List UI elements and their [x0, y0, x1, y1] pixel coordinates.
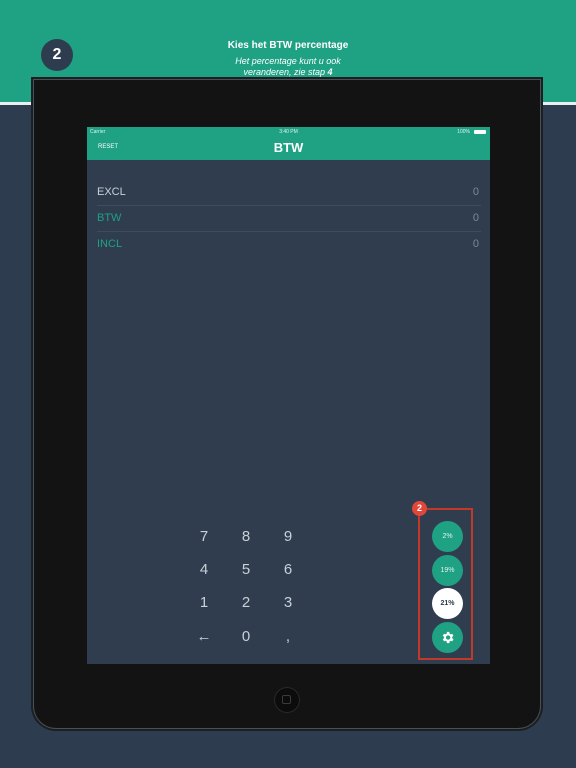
percent-21-button[interactable]: 21%: [432, 588, 463, 619]
key-7[interactable]: 7: [189, 525, 219, 549]
banner-step-reference: 4: [327, 67, 333, 77]
battery-icon: [474, 130, 486, 134]
decimal-comma-key[interactable]: ,: [273, 625, 303, 649]
row-value: 0: [472, 238, 479, 250]
key-5[interactable]: 5: [231, 558, 261, 582]
key-3[interactable]: 3: [273, 591, 303, 615]
status-battery-text: 100%: [457, 129, 470, 135]
key-9[interactable]: 9: [273, 525, 303, 549]
navigation-bar: Carrier 3:40 PM 100% RESET BTW: [87, 127, 490, 160]
row-label: INCL: [97, 238, 123, 250]
settings-button[interactable]: [432, 622, 463, 653]
key-8[interactable]: 8: [231, 525, 261, 549]
key-0[interactable]: 0: [231, 625, 261, 649]
banner-subtitle-line1: Het percentage kunt u ook: [235, 56, 341, 66]
row-label: EXCL: [97, 186, 126, 198]
key-6[interactable]: 6: [273, 558, 303, 582]
key-1[interactable]: 1: [189, 591, 219, 615]
callout-step-badge: 2: [412, 501, 427, 516]
percent-2-button[interactable]: 2%: [432, 521, 463, 552]
backspace-key[interactable]: ←: [189, 625, 219, 649]
banner-subtitle-line2: veranderen, zie stap: [243, 67, 328, 77]
home-button-icon: [282, 695, 291, 704]
screen-title: BTW: [273, 140, 304, 155]
status-time: 3:40 PM: [279, 129, 298, 135]
banner-subtitle: Het percentage kunt u ook veranderen, zi…: [0, 56, 576, 78]
row-excl[interactable]: EXCL 0: [97, 179, 481, 206]
row-incl[interactable]: INCL 0: [97, 231, 481, 257]
key-4[interactable]: 4: [189, 558, 219, 582]
row-value: 0: [472, 212, 479, 224]
row-label: BTW: [97, 212, 122, 224]
row-value: 0: [472, 186, 479, 198]
percent-19-button[interactable]: 19%: [432, 555, 463, 586]
banner-title: Kies het BTW percentage: [227, 40, 349, 51]
row-btw[interactable]: BTW 0: [97, 205, 481, 232]
gear-icon: [442, 631, 454, 644]
key-2[interactable]: 2: [231, 591, 261, 615]
